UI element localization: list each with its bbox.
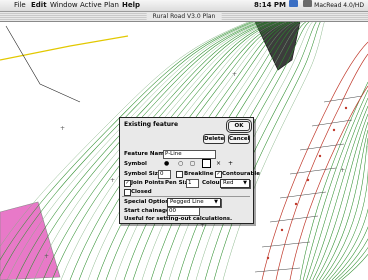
svg-text:+: + (60, 125, 65, 132)
start-chainage-label: Start chainage: (124, 208, 172, 214)
pen-size-input[interactable]: 1 (186, 179, 199, 188)
menu-help[interactable]: Help (122, 0, 140, 11)
special-options-value: Pegged Line (170, 199, 204, 205)
window-title: Rural Road V3.0 Plan (146, 12, 222, 21)
contourable-label: Contourable (222, 171, 261, 177)
monitor-icon[interactable] (289, 0, 298, 7)
closed-label: Closed (131, 189, 152, 195)
note-text: Useful for setting-out calculations. (124, 216, 233, 222)
menu-bar: File Edit Window Active Plan Help 8:14 P… (0, 0, 368, 12)
svg-text:+: + (44, 253, 49, 260)
disk-icon (303, 0, 312, 7)
join-points-checkbox[interactable]: ✓ (124, 180, 131, 187)
breakline-checkbox[interactable] (176, 171, 183, 178)
svg-text:+: + (110, 177, 115, 184)
svg-text:+: + (232, 71, 237, 78)
plan-canvas[interactable]: + + + + + + Existing feature OK Delete C… (0, 22, 368, 280)
chevron-down-icon: ▼ (214, 199, 218, 205)
symbol-selected-box-icon[interactable] (202, 159, 211, 168)
delete-button[interactable]: Delete (203, 134, 225, 144)
menu-active[interactable]: Active (80, 0, 102, 11)
cancel-button[interactable]: Cancel (228, 134, 250, 144)
existing-feature-dialog: Existing feature OK Delete Cancel Featur… (119, 117, 260, 224)
symbol-filled-dot-icon[interactable]: ● (164, 160, 169, 167)
symbol-cross-icon[interactable]: × (216, 160, 221, 167)
feature-name-input[interactable]: P-Line (163, 150, 216, 159)
closed-checkbox[interactable] (124, 189, 131, 196)
contourable-checkbox[interactable]: ✓ (215, 171, 222, 178)
symbol-size-label: Symbol Size (124, 171, 162, 177)
menu-file[interactable]: File (14, 0, 26, 11)
menu-edit[interactable]: Edit (31, 0, 47, 11)
chevron-down-icon: ▼ (243, 180, 247, 186)
menu-window[interactable]: Window (50, 0, 78, 11)
special-options-select[interactable]: Pegged Line ▼ (167, 198, 221, 207)
join-points-label: Join Points (131, 180, 165, 186)
symbol-square-icon[interactable]: ◻ (190, 160, 195, 167)
svg-text:+: + (340, 167, 345, 174)
menu-plan[interactable]: Plan (104, 0, 119, 11)
colour-select[interactable]: Red ▼ (220, 179, 250, 188)
window-titlebar[interactable]: Rural Road V3.0 Plan (0, 12, 368, 22)
dialog-divider (122, 196, 250, 197)
feature-name-label: Feature Name (124, 151, 168, 157)
breakline-label: Breakline (184, 171, 214, 177)
symbol-circle-icon[interactable]: ○ (178, 160, 183, 167)
menu-disk-label: MacRead 4.0/HD (314, 2, 364, 9)
symbol-plus-icon[interactable]: + (228, 160, 233, 167)
symbol-label: Symbol (124, 161, 147, 167)
symbol-size-input[interactable]: 0 (158, 170, 171, 179)
dialog-title: Existing feature (124, 121, 179, 128)
menu-clock: 8:14 PM (254, 1, 286, 9)
colour-select-value: Red (223, 180, 234, 186)
ok-button[interactable]: OK (228, 121, 250, 131)
start-chainage-input[interactable]: 00 (167, 207, 200, 216)
